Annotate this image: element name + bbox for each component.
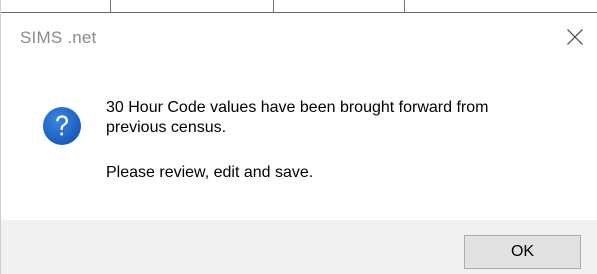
message-dialog: SIMS .net 30 Hour Code values have been …: [0, 0, 597, 274]
background-divider: [404, 0, 405, 12]
close-button[interactable]: [555, 19, 595, 55]
title-bar[interactable]: SIMS .net: [1, 13, 597, 65]
background-window-edge: [1, 0, 597, 12]
dialog-body: 30 Hour Code values have been brought fo…: [1, 65, 597, 220]
dialog-footer: OK: [1, 220, 597, 274]
background-divider: [273, 0, 274, 12]
message-instruction: Please review, edit and save.: [106, 164, 314, 181]
message-line: 30 Hour Code values have been brought fo…: [106, 99, 489, 116]
window-title: SIMS .net: [20, 28, 97, 47]
close-icon: [567, 29, 583, 45]
ok-button[interactable]: OK: [464, 235, 581, 269]
message-line: previous census.: [106, 119, 227, 136]
question-icon: [42, 106, 82, 146]
background-divider: [110, 0, 111, 12]
dialog-message: 30 Hour Code values have been brought fo…: [106, 98, 576, 183]
